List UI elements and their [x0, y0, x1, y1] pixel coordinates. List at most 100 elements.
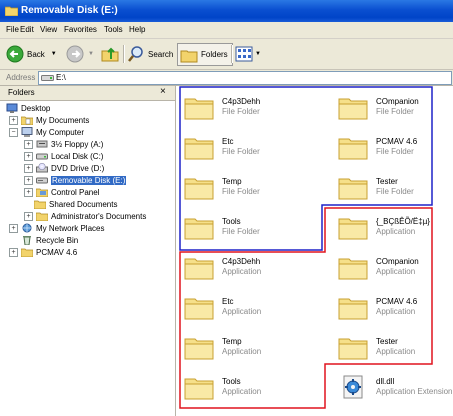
file-type: Application Extension — [376, 387, 453, 396]
file-item[interactable]: Tools Application — [184, 372, 314, 408]
folder-icon — [338, 298, 368, 320]
file-name: PCMAV 4.6 — [376, 137, 418, 146]
folder-icon — [184, 378, 214, 400]
file-name: Etc — [222, 137, 234, 146]
dll-gear-icon — [343, 375, 363, 399]
tree-label: DVD Drive (D:) — [51, 163, 105, 173]
tree-item-my-network-places[interactable]: + My Network Places — [9, 222, 104, 234]
file-type: File Folder — [222, 147, 260, 156]
tree-label: My Computer — [36, 127, 85, 137]
views-grid-icon — [235, 46, 253, 62]
file-item[interactable]: dll.dll Application Extension — [338, 372, 453, 408]
file-type: File Folder — [222, 107, 260, 116]
toolbar: Back ▼ ▼ Search Folders ▼ — [0, 39, 453, 70]
up-folder-button[interactable] — [101, 44, 119, 64]
menu-tools[interactable]: Tools — [104, 25, 123, 34]
folder-icon — [184, 338, 214, 360]
file-type: File Folder — [222, 227, 260, 236]
expand-plus-icon[interactable]: + — [24, 211, 33, 221]
expand-plus-icon[interactable]: + — [24, 151, 33, 161]
tree-item-desktop[interactable]: Desktop — [6, 102, 50, 114]
my-computer-icon — [21, 127, 33, 137]
file-name: COmpanion — [376, 97, 419, 106]
expand-plus-icon[interactable]: + — [9, 115, 18, 125]
search-button[interactable]: Search — [127, 44, 173, 64]
tree-item-pcmav[interactable]: + PCMAV 4.6 — [9, 246, 77, 258]
file-type: Application — [222, 267, 262, 276]
expand-plus-icon[interactable]: + — [24, 175, 33, 185]
tree-item-shared-documents[interactable]: Shared Documents — [34, 198, 117, 210]
menu-view[interactable]: View — [40, 25, 57, 34]
file-item[interactable]: {_BÇßÊÕ/Ë‡µ} Application — [338, 212, 453, 248]
folder-up-icon — [101, 47, 119, 62]
collapse-minus-icon[interactable]: − — [9, 127, 18, 137]
tree-item-floppy[interactable]: + 3½ Floppy (A:) — [24, 138, 103, 150]
expand-plus-icon[interactable]: + — [24, 163, 33, 173]
file-item[interactable]: Tools File Folder — [184, 212, 314, 248]
expand-plus-icon[interactable]: + — [24, 187, 33, 197]
tree-item-my-documents[interactable]: + My Documents — [9, 114, 89, 126]
floppy-drive-icon — [36, 140, 48, 148]
file-item[interactable]: Etc Application — [184, 292, 314, 328]
chevron-down-icon[interactable]: ▼ — [88, 51, 94, 57]
file-type: File Folder — [222, 187, 260, 196]
desktop-icon — [6, 103, 18, 113]
tree-item-my-computer[interactable]: − My Computer — [9, 126, 84, 138]
title-bar[interactable]: Removable Disk (E:) — [0, 0, 453, 22]
menu-edit[interactable]: Edit — [20, 25, 34, 34]
folder-icon — [184, 218, 214, 240]
file-item[interactable]: COmpanion Application — [338, 252, 453, 288]
close-icon[interactable]: × — [160, 86, 166, 97]
tree-label: Control Panel — [51, 187, 100, 197]
file-item[interactable]: Tester File Folder — [338, 172, 453, 208]
folder-icon — [338, 218, 368, 240]
address-bar: Address E:\ — [0, 70, 453, 86]
menu-favorites[interactable]: Favorites — [64, 25, 97, 34]
file-item[interactable]: PCMAV 4.6 Application — [338, 292, 453, 328]
file-item[interactable]: COmpanion File Folder — [338, 92, 453, 128]
tree-item-removable-disk[interactable]: + Removable Disk (E:) — [24, 174, 127, 186]
tree-item-recycle-bin[interactable]: Recycle Bin — [21, 234, 78, 246]
folder-icon — [338, 258, 368, 280]
expand-plus-icon[interactable]: + — [9, 247, 18, 257]
tree-item-dvd-drive[interactable]: + DVD Drive (D:) — [24, 162, 104, 174]
tree-item-local-disk[interactable]: + Local Disk (C:) — [24, 150, 103, 162]
file-item[interactable]: C4p3Dehh Application — [184, 252, 314, 288]
file-name: Etc — [222, 297, 234, 306]
file-type: File Folder — [376, 187, 414, 196]
file-name: Tools — [222, 217, 241, 226]
file-item[interactable]: PCMAV 4.6 File Folder — [338, 132, 453, 168]
chevron-down-icon[interactable]: ▼ — [255, 51, 261, 57]
file-item[interactable]: Temp Application — [184, 332, 314, 368]
menu-help[interactable]: Help — [129, 25, 145, 34]
chevron-down-icon[interactable]: ▼ — [51, 51, 57, 57]
address-value: E:\ — [56, 73, 66, 82]
file-item[interactable]: Temp File Folder — [184, 172, 314, 208]
views-button[interactable]: ▼ — [235, 44, 261, 64]
file-name: Tools — [222, 377, 241, 386]
file-item[interactable]: Etc File Folder — [184, 132, 314, 168]
menu-file[interactable]: File — [6, 25, 19, 34]
folder-icon — [34, 200, 46, 209]
expand-plus-icon[interactable]: + — [24, 139, 33, 149]
forward-button[interactable]: ▼ — [66, 44, 94, 64]
folders-icon — [180, 50, 198, 62]
tree-item-control-panel[interactable]: + Control Panel — [24, 186, 99, 198]
file-type: Application — [376, 227, 416, 236]
back-button[interactable]: Back ▼ — [6, 44, 57, 64]
tree-item-administrators-documents[interactable]: + Administrator's Documents — [24, 210, 146, 222]
tree-label: My Documents — [36, 115, 90, 125]
tree-label: Shared Documents — [49, 199, 118, 209]
file-item[interactable]: Tester Application — [338, 332, 453, 368]
folders-button[interactable]: Folders — [177, 43, 233, 66]
expand-plus-icon[interactable]: + — [9, 223, 18, 233]
address-label: Address — [6, 73, 36, 82]
file-type: File Folder — [376, 107, 414, 116]
recycle-bin-icon — [23, 236, 31, 245]
folder-icon — [184, 98, 214, 120]
back-label: Back — [27, 49, 45, 59]
file-type: Application — [376, 307, 416, 316]
address-field[interactable]: E:\ — [38, 71, 452, 85]
file-item[interactable]: C4p3Dehh File Folder — [184, 92, 314, 128]
file-name: COmpanion — [376, 257, 419, 266]
